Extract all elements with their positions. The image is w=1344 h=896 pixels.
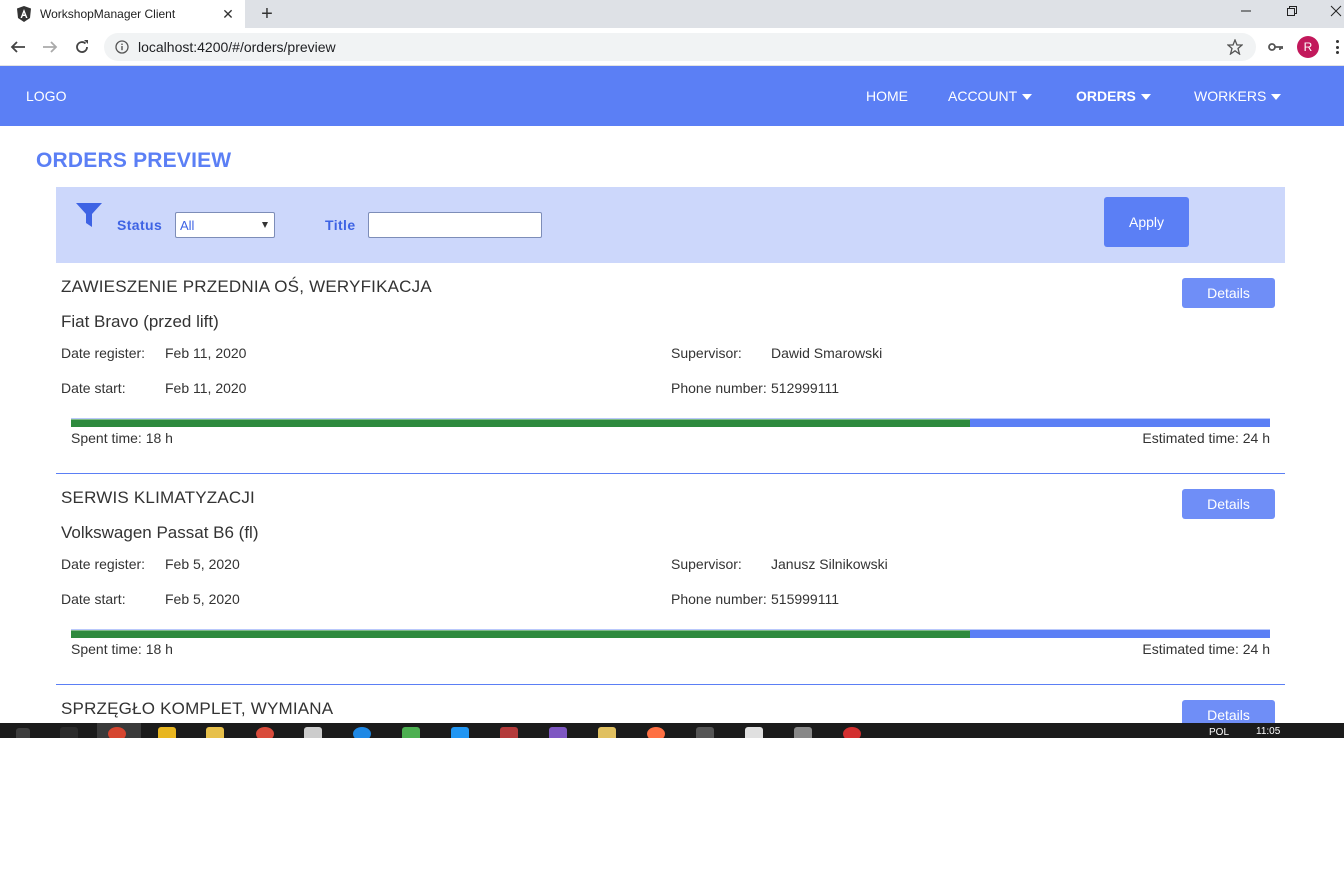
apply-button[interactable]: Apply [1104,197,1189,247]
order-car: Volkswagen Passat B6 (fl) [61,523,259,542]
app-icon[interactable] [843,727,861,738]
caret-down-icon [1140,93,1151,100]
phone-value: 515999111 [771,591,839,607]
app-navbar: LOGO HOME ACCOUNT ORDERS WORKERS [0,66,1344,126]
app-icon[interactable] [745,727,763,738]
supervisor-value: Dawid Smarowski [771,345,883,361]
estimated-time: Estimated time: 24 h [1142,430,1270,446]
order-card: SERWIS KLIMATYZACJI Details Volkswagen P… [56,474,1285,685]
order-title: ZAWIESZENIE PRZEDNIA OŚ, WERYFIKACJA [61,277,432,296]
app-icon[interactable] [696,727,714,738]
date-register-label: Date register: [61,345,146,361]
nav-account-label: ACCOUNT [948,88,1018,104]
key-icon[interactable] [1267,38,1285,56]
nav-account[interactable]: ACCOUNT [948,88,1033,104]
status-label: Status [117,217,163,233]
estimated-time: Estimated time: 24 h [1142,641,1270,657]
phone-label: Phone number: [671,380,767,396]
url-text: localhost:4200/#/orders/preview [138,39,336,55]
date-start-value: Feb 5, 2020 [165,591,240,607]
chrome-icon[interactable] [108,727,126,738]
reload-icon[interactable] [71,36,93,58]
windows-taskbar: POL 11:05 [0,723,1344,738]
title-input[interactable] [368,212,542,238]
date-start-label: Date start: [61,380,126,396]
nav-orders-label: ORDERS [1076,88,1136,104]
nav-orders[interactable]: ORDERS [1076,88,1151,104]
angular-icon [16,6,32,22]
date-register-label: Date register: [61,556,146,572]
app-icon[interactable] [353,727,371,738]
taskbar-clock[interactable]: 11:05 [1256,726,1280,737]
details-button[interactable]: Details [1182,489,1275,519]
date-register-value: Feb 11, 2020 [165,345,247,361]
browser-toolbar: localhost:4200/#/orders/preview R [0,28,1344,66]
date-register-value: Feb 5, 2020 [165,556,240,572]
browser-menu-icon[interactable] [1331,38,1343,56]
time-progress-bar [71,629,1270,638]
new-tab-button[interactable]: + [256,3,278,25]
visual-studio-icon[interactable] [549,727,567,738]
file-explorer-icon[interactable] [206,727,224,738]
phone-value: 512999111 [771,380,839,396]
task-view-icon[interactable] [60,727,78,738]
order-card: SPRZĘGŁO KOMPLET, WYMIANA Details [56,685,1285,896]
time-progress-fill [71,630,971,638]
date-start-value: Feb 11, 2020 [165,380,247,396]
details-button[interactable]: Details [1182,278,1275,308]
app-icon[interactable] [500,727,518,738]
order-title: SPRZĘGŁO KOMPLET, WYMIANA [61,699,334,718]
address-bar[interactable]: localhost:4200/#/orders/preview [104,33,1256,61]
supervisor-value: Janusz Silnikowski [771,556,888,572]
order-car: Fiat Bravo (przed lift) [61,312,219,331]
filter-bar: Status All Title Apply [56,187,1285,263]
caret-down-icon [1022,93,1033,100]
page-title: ORDERS PREVIEW [36,149,232,172]
status-select[interactable]: All [175,212,275,238]
filter-icon [76,203,102,227]
spent-time: Spent time: 18 h [71,641,173,657]
nav-home[interactable]: HOME [866,88,908,104]
phone-label: Phone number: [671,591,767,607]
nav-workers[interactable]: WORKERS [1194,88,1282,104]
app-icon[interactable] [158,727,176,738]
start-icon[interactable] [16,728,30,738]
caret-down-icon [1271,93,1282,100]
forward-icon[interactable] [39,36,61,58]
app-icon[interactable] [647,727,665,738]
app-icon[interactable] [451,727,469,738]
logo[interactable]: LOGO [26,88,66,104]
time-progress-bar [71,418,1270,427]
back-icon[interactable] [7,36,29,58]
app-icon[interactable] [794,727,812,738]
supervisor-label: Supervisor: [671,556,742,572]
minimize-window-button[interactable] [1226,0,1266,22]
title-label: Title [325,217,356,233]
spent-time: Spent time: 18 h [71,430,173,446]
status-select-value: All [180,217,195,233]
browser-tab[interactable]: WorkshopManager Client ✕ [0,0,245,28]
restore-window-button[interactable] [1272,0,1312,22]
nav-home-label: HOME [866,88,908,104]
browser-tab-strip: WorkshopManager Client ✕ + [0,0,1344,28]
date-start-label: Date start: [61,591,126,607]
app-icon[interactable] [256,727,274,738]
bookmark-star-icon[interactable] [1226,38,1244,56]
app-icon[interactable] [402,727,420,738]
app-icon[interactable] [598,727,616,738]
info-icon[interactable] [114,39,130,55]
profile-avatar[interactable]: R [1297,36,1319,58]
close-tab-icon[interactable]: ✕ [219,5,237,23]
time-progress-fill [71,419,971,427]
tab-title: WorkshopManager Client [40,7,176,21]
input-language[interactable]: POL [1209,727,1229,738]
supervisor-label: Supervisor: [671,345,742,361]
close-window-button[interactable] [1316,0,1344,22]
nav-workers-label: WORKERS [1194,88,1267,104]
app-icon[interactable] [304,727,322,738]
order-title: SERWIS KLIMATYZACJI [61,488,255,507]
order-card: ZAWIESZENIE PRZEDNIA OŚ, WERYFIKACJA Det… [56,263,1285,474]
dropdown-arrow-icon [262,222,268,228]
